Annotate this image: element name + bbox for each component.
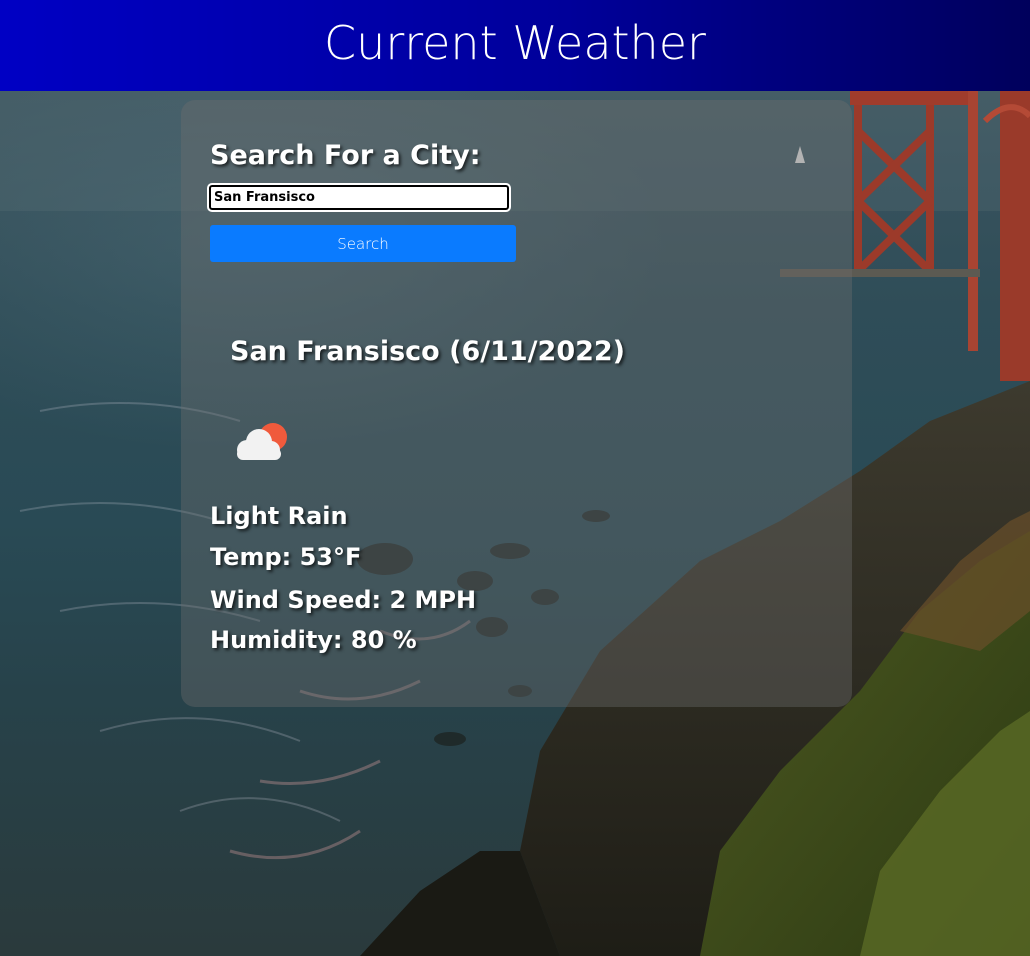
weather-description: Light Rain: [210, 502, 348, 530]
temperature: Temp: 53°F: [210, 543, 362, 571]
city-heading: San Fransisco (6/11/2022): [230, 336, 626, 367]
cloud-sun-icon: [231, 420, 291, 464]
search-button[interactable]: Search: [210, 225, 516, 262]
city-search-input[interactable]: [207, 183, 511, 212]
app-header: Current Weather: [0, 0, 1030, 91]
page-title: Current Weather: [324, 15, 706, 70]
page: Current Weather Search For a City: San F…: [0, 0, 1030, 956]
humidity: Humidity: 80 %: [210, 626, 417, 654]
wind-speed: Wind Speed: 2 MPH: [210, 586, 477, 614]
search-label: Search For a City:: [210, 140, 481, 171]
weather-card: Search For a City: Search San Fransisco …: [181, 100, 852, 707]
